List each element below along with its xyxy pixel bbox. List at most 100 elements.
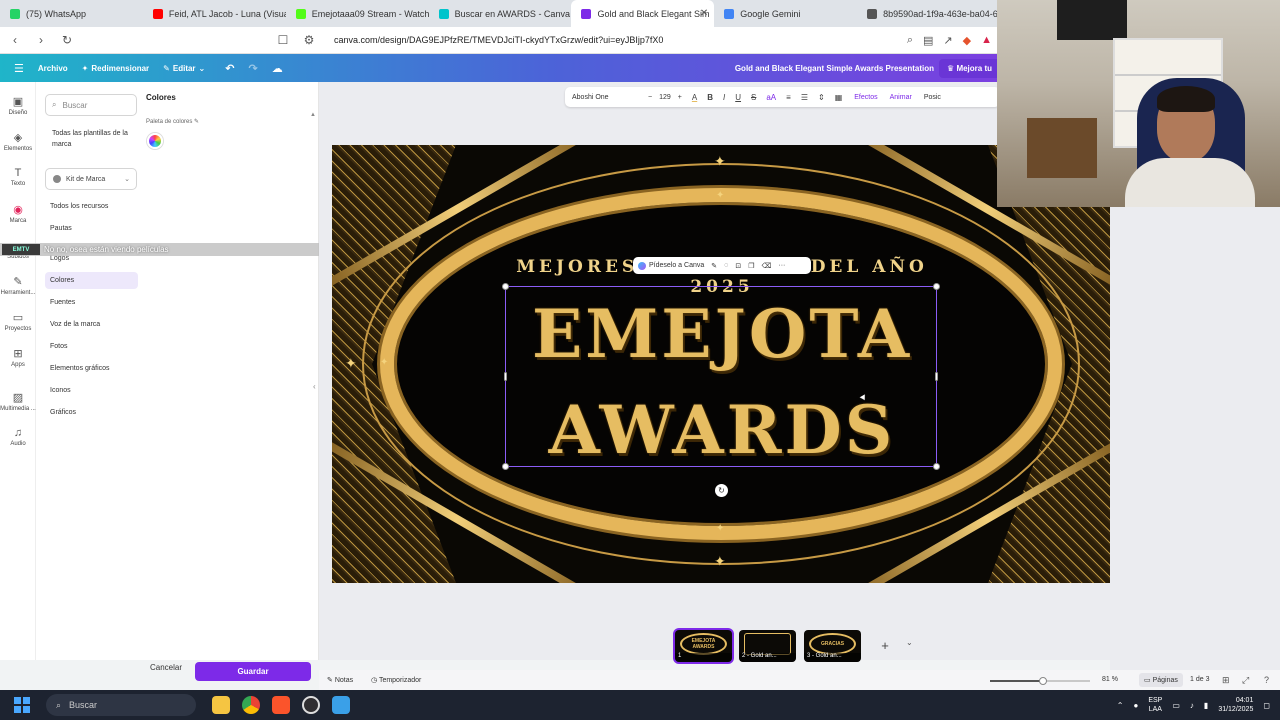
brave-rewards-icon[interactable]: ▲ — [981, 34, 992, 47]
menu-item-guidelines[interactable]: Pautas — [45, 220, 138, 237]
add-page-button[interactable]: + — [870, 634, 900, 658]
add-color-wheel[interactable] — [147, 133, 163, 149]
grid-view-icon[interactable]: ⊞ — [1222, 675, 1230, 686]
windows-start-icon[interactable] — [14, 697, 30, 713]
resize-handle[interactable] — [933, 463, 940, 470]
italic-icon[interactable]: I — [723, 93, 725, 102]
rail-item-design[interactable]: ▣ Diseño — [0, 95, 36, 116]
page-thumbnail[interactable]: 2 - Gold an... — [739, 630, 796, 662]
reload-icon[interactable]: ↻ — [60, 33, 74, 47]
menu-item-fonts[interactable]: Fuentes — [45, 294, 138, 311]
save-button[interactable]: Guardar — [195, 662, 311, 681]
bookmark-icon[interactable]: ☐ — [276, 33, 290, 47]
pencil-icon[interactable]: ✎ — [194, 119, 199, 125]
more-icon[interactable]: ··· — [778, 262, 785, 269]
back-icon[interactable]: ‹ — [8, 33, 22, 47]
menu-item-brand-voice[interactable]: Voz de la marca — [45, 316, 138, 333]
spacing-icon[interactable]: ⇕ — [818, 93, 825, 102]
strikethrough-icon[interactable]: S — [751, 93, 756, 102]
share-icon[interactable]: ↗ — [943, 34, 952, 47]
forward-icon[interactable]: › — [34, 33, 48, 47]
rail-item-apps[interactable]: ⊞ Apps — [0, 347, 36, 368]
scroll-up-icon[interactable]: ▲ — [310, 112, 316, 118]
notepad-icon[interactable] — [332, 696, 350, 714]
undo-icon[interactable]: ↶ — [225, 62, 234, 75]
search-icon[interactable]: ⌕ — [907, 34, 913, 47]
duplicate-icon[interactable]: ❐ — [748, 262, 754, 270]
menu-item-icons[interactable]: Iconos — [45, 382, 138, 399]
volume-icon[interactable]: ♪ — [1190, 701, 1194, 710]
effects-button[interactable]: Efectos — [854, 94, 877, 101]
cloud-save-icon[interactable]: ☁ — [272, 62, 283, 75]
browser-tab[interactable]: 8b9590ad-1f9a-463e-ba04-6e — [857, 0, 1000, 27]
cancel-button[interactable]: Cancelar — [150, 663, 182, 672]
rotate-icon[interactable]: ↻ — [715, 484, 728, 497]
notes-button[interactable]: ✎ Notas — [327, 676, 353, 684]
redo-icon[interactable]: ↷ — [248, 62, 257, 75]
edit-menu[interactable]: ✎ Editar ⌄ — [163, 64, 205, 73]
increase-size-button[interactable]: + — [678, 94, 682, 101]
side-resize-handle[interactable] — [935, 372, 938, 381]
menu-item-graphics[interactable]: Elementos gráficos — [45, 360, 138, 377]
chrome-icon[interactable] — [242, 696, 260, 714]
upgrade-button[interactable]: ♛ Mejora tu — [939, 58, 1000, 78]
fullscreen-icon[interactable]: ⤢ — [1242, 675, 1249, 686]
browser-tab[interactable]: (75) WhatsApp — [0, 0, 143, 27]
design-title[interactable]: Gold and Black Elegant Simple Awards Pre… — [735, 64, 934, 73]
brand-kit-select[interactable]: Kit de Marca ⌄ — [45, 168, 137, 190]
file-explorer-icon[interactable] — [212, 696, 230, 714]
underline-icon[interactable]: U — [735, 93, 741, 102]
timer-button[interactable]: ◷ Temporizador — [371, 676, 421, 684]
rail-item-text[interactable]: T Texto — [0, 167, 36, 187]
language-indicator[interactable]: ESP LAA — [1148, 696, 1162, 714]
resize-handle[interactable] — [933, 283, 940, 290]
menu-item-charts[interactable]: Gráficos — [45, 404, 138, 421]
align-icon[interactable]: ≡ — [786, 93, 791, 102]
lock-icon[interactable]: ⊡ — [735, 262, 741, 270]
browser-tab-active[interactable]: Gold and Black Elegant Sim ✕ — [571, 0, 715, 27]
page-thumbnail[interactable]: EMEJOTA AWARDS 1 — [675, 630, 732, 662]
bold-icon[interactable]: B — [707, 93, 713, 102]
resize-handle[interactable] — [502, 463, 509, 470]
zoom-slider-knob[interactable] — [1039, 677, 1047, 685]
menu-item-all-resources[interactable]: Todos los recursos — [45, 198, 138, 215]
ask-canva-button[interactable]: Pídeselo a Canva — [638, 261, 704, 270]
brave-icon[interactable] — [272, 696, 290, 714]
brand-templates-link[interactable]: Todas las plantillas de la marca — [52, 128, 134, 150]
rail-item-brand[interactable]: ◉ Marca — [0, 203, 36, 224]
chevron-up-icon[interactable]: ⌃ — [1117, 701, 1124, 710]
taskbar-search[interactable]: ⌕ Buscar — [46, 694, 196, 716]
menu-item-photos[interactable]: Fotos — [45, 338, 138, 355]
help-icon[interactable]: ? — [1264, 675, 1269, 685]
file-menu[interactable]: Archivo — [38, 64, 68, 73]
font-select[interactable]: Aboshi One — [572, 94, 642, 101]
mic-icon[interactable]: ● — [1133, 701, 1138, 710]
collapse-panel-icon[interactable]: ‹ — [313, 382, 323, 394]
battery-icon[interactable]: ▮ — [1204, 701, 1208, 710]
notification-icon[interactable]: ◻ — [1263, 701, 1270, 710]
magic-edit-icon[interactable]: ✎ — [711, 262, 717, 270]
position-button[interactable]: Posic — [924, 94, 941, 101]
menu-item-colors[interactable]: Colores — [45, 272, 138, 289]
menu-icon[interactable]: ☰ — [14, 62, 24, 75]
text-selection-box[interactable] — [505, 286, 937, 467]
reader-icon[interactable]: ▤ — [923, 34, 933, 47]
trash-icon[interactable]: ⌫ — [761, 262, 771, 270]
animate-button[interactable]: Animar — [890, 94, 912, 101]
rail-item-tools[interactable]: ✎ Herramient... — [0, 275, 36, 296]
text-case-icon[interactable]: aA — [766, 93, 776, 102]
brave-shield-icon[interactable]: ◆ — [963, 34, 971, 47]
side-resize-handle[interactable] — [504, 372, 507, 381]
site-info-icon[interactable]: ⚙ — [302, 33, 316, 47]
rail-item-projects[interactable]: ▭ Proyectos — [0, 311, 36, 332]
url-field[interactable]: canva.com/design/DAG9EJPfzRE/TMEVDJciTI-… — [334, 35, 663, 45]
page-thumbnail[interactable]: GRACIAS 3 - Gold an... — [804, 630, 861, 662]
font-size-input[interactable]: 129 — [659, 94, 671, 101]
comment-icon[interactable]: ◌ — [724, 262, 728, 269]
search-input[interactable]: ⌕ Buscar — [45, 94, 137, 116]
network-icon[interactable]: ▭ — [1172, 701, 1180, 710]
browser-tab[interactable]: Feid, ATL Jacob - Luna (Visualiz — [143, 0, 286, 27]
browser-tab[interactable]: Emejotaaa09 Stream - Watch Li — [286, 0, 429, 27]
chevron-down-icon[interactable]: ⌄ — [906, 638, 913, 647]
browser-tab[interactable]: Google Gemini — [714, 0, 857, 27]
